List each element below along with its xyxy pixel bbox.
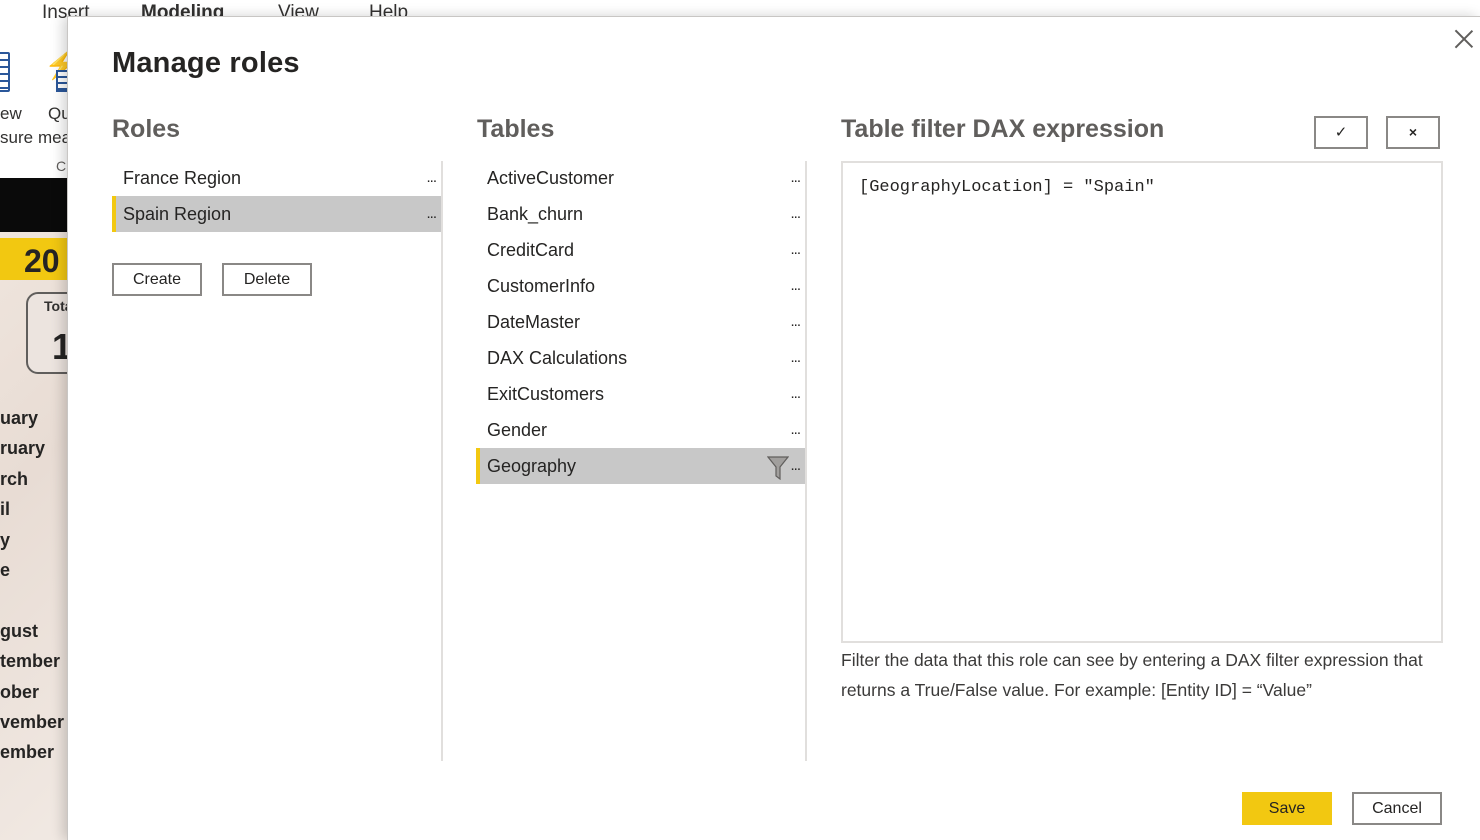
month-item[interactable]: y [0,525,70,555]
dialog-title: Manage roles [112,47,300,79]
new-measure-label-1: ew [0,104,22,123]
table-item-bank-churn[interactable]: Bank_churn ... [476,196,806,232]
table-item-label: Geography [487,456,577,476]
dax-heading: Table filter DAX expression [841,115,1165,143]
dax-expression-text[interactable]: [GeographyLocation] = "Spain" [859,178,1425,197]
save-button[interactable]: Save [1242,792,1332,825]
more-options-icon[interactable]: ... [426,160,436,196]
column-divider [805,161,807,761]
month-item[interactable]: vember [0,707,70,737]
create-role-button[interactable]: Create [112,263,202,296]
apply-expression-button[interactable]: ✓ [1314,116,1368,149]
tables-heading: Tables [477,115,555,143]
tables-list: ActiveCustomer ... Bank_churn ... Credit… [476,160,806,484]
ribbon-group-label: C [56,158,67,174]
new-measure-label-2: sure [0,128,34,147]
dax-help-text: Filter the data that this role can see b… [841,650,1423,700]
manage-roles-dialog: Manage roles Roles Tables Table filter D… [67,16,1480,840]
more-options-icon[interactable]: ... [790,412,800,448]
more-options-icon[interactable]: ... [790,268,800,304]
role-item-spain-region[interactable]: Spain Region ... [112,196,442,232]
month-item[interactable]: ober [0,677,70,707]
table-item-exitcustomers[interactable]: ExitCustomers ... [476,376,806,412]
column-divider [441,161,443,761]
role-item-france-region[interactable]: France Region ... [112,160,442,196]
discard-expression-button[interactable]: × [1386,116,1440,149]
month-item[interactable]: e [0,555,70,585]
dax-expression-editor[interactable]: [GeographyLocation] = "Spain" [841,161,1443,643]
roles-list: France Region ... Spain Region ... [112,160,442,232]
month-item[interactable]: ruary [0,433,70,463]
month-item[interactable]: gust [0,616,70,646]
month-item[interactable]: ember [0,737,70,767]
delete-role-button[interactable]: Delete [222,263,312,296]
more-options-icon[interactable]: ... [790,448,800,484]
month-item[interactable]: il [0,494,70,524]
more-options-icon[interactable]: ... [790,160,800,196]
new-measure-icon[interactable] [0,52,10,92]
table-item-label: ExitCustomers [487,384,605,404]
table-item-label: CustomerInfo [487,276,596,296]
more-options-icon[interactable]: ... [790,232,800,268]
more-options-icon[interactable]: ... [790,196,800,232]
table-item-label: DAX Calculations [487,348,628,368]
more-options-icon[interactable]: ... [426,196,436,232]
table-item-dax-calculations[interactable]: DAX Calculations ... [476,340,806,376]
table-item-label: ActiveCustomer [487,168,615,188]
more-options-icon[interactable]: ... [790,304,800,340]
report-header-bar [0,178,70,232]
table-item-customerinfo[interactable]: CustomerInfo ... [476,268,806,304]
role-item-label: France Region [123,168,242,188]
month-slicer: uary ruary rch il y e gust tember ober v… [0,403,70,768]
month-item[interactable]: uary [0,403,70,433]
table-item-label: Gender [487,420,548,440]
table-item-label: CreditCard [487,240,575,260]
roles-heading: Roles [112,115,181,143]
role-item-label: Spain Region [123,204,232,224]
close-icon[interactable] [1452,27,1476,51]
month-item[interactable] [0,585,70,615]
table-item-label: Bank_churn [487,204,584,224]
year-banner: 20 [0,238,70,280]
cancel-button[interactable]: Cancel [1352,792,1442,825]
month-item[interactable]: tember [0,646,70,676]
table-item-label: DateMaster [487,312,581,332]
more-options-icon[interactable]: ... [790,340,800,376]
filter-icon [767,456,789,480]
month-item[interactable]: rch [0,464,70,494]
table-item-creditcard[interactable]: CreditCard ... [476,232,806,268]
more-options-icon[interactable]: ... [790,376,800,412]
table-item-activecustomer[interactable]: ActiveCustomer ... [476,160,806,196]
table-item-gender[interactable]: Gender ... [476,412,806,448]
table-item-datemaster[interactable]: DateMaster ... [476,304,806,340]
table-item-geography[interactable]: Geography ... [476,448,806,484]
